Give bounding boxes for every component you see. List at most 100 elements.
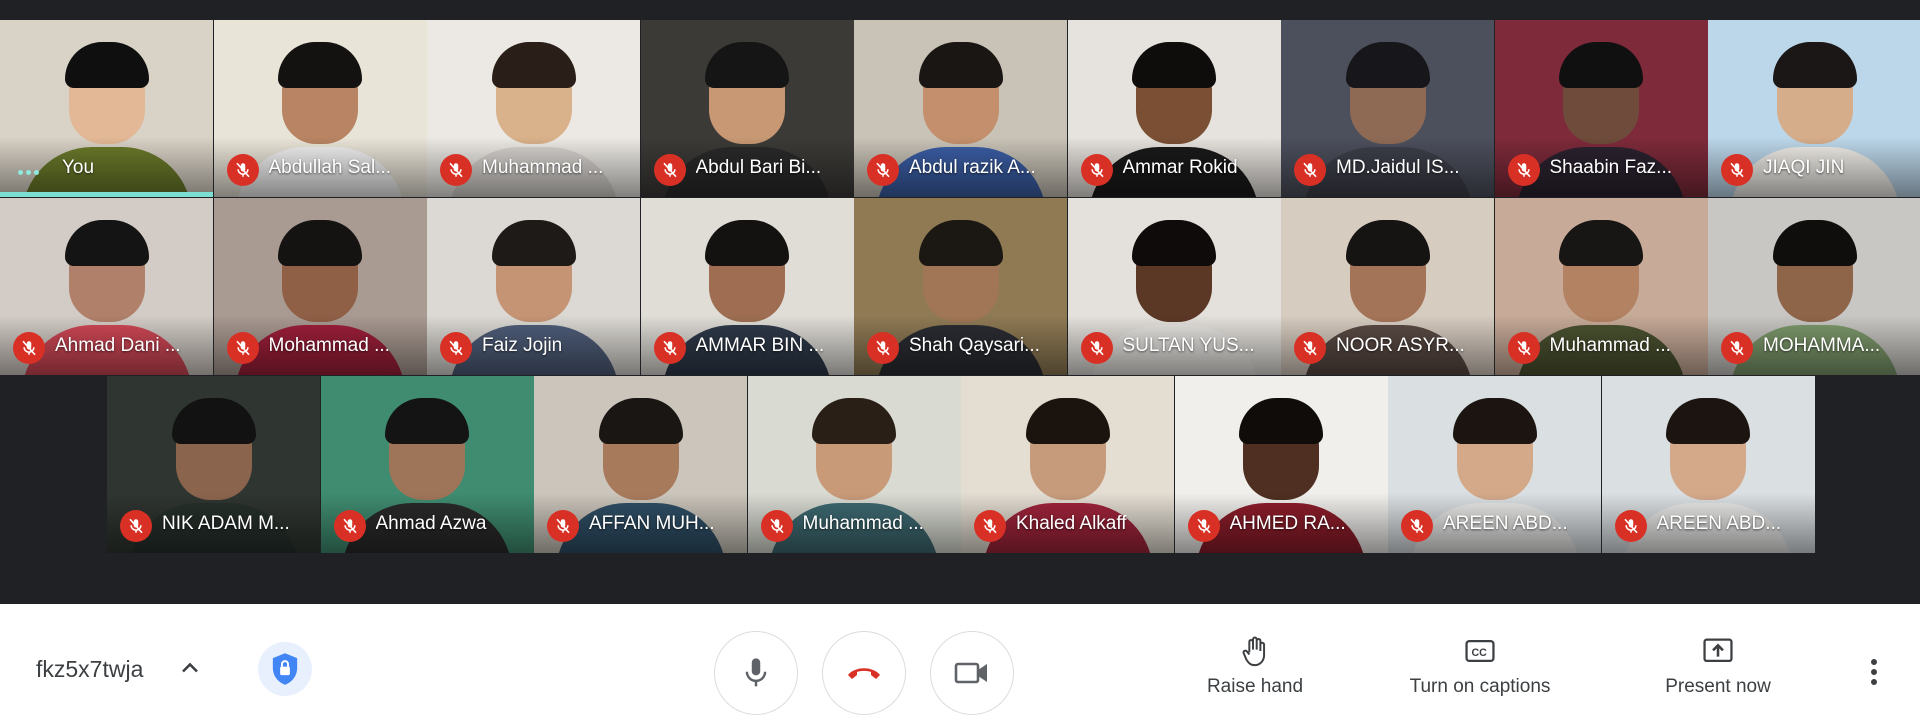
participant-tile[interactable]: JIAQI JIN	[1708, 20, 1920, 197]
participant-tile[interactable]: Abdullah Sal...	[213, 20, 427, 197]
participant-name: NOOR ASYR...	[1336, 335, 1465, 356]
participant-name: Ahmad Dani ...	[55, 335, 181, 356]
participant-name: AHMED RA...	[1229, 513, 1346, 534]
participant-tile[interactable]: You	[0, 20, 213, 197]
participant-name: Abdullah Sal...	[268, 157, 392, 178]
participant-name: Shah Qaysari...	[909, 335, 1040, 356]
muted-mic-icon	[1080, 154, 1113, 186]
muted-mic-icon	[653, 332, 686, 364]
muted-mic-icon	[867, 154, 899, 186]
bottom-toolbar: fkz5x7twja Raise hand CC Turn on caption…	[0, 604, 1920, 728]
participant-tile[interactable]: Ammar Rokid	[1067, 20, 1281, 197]
muted-mic-icon	[760, 510, 793, 542]
participant-tile[interactable]: AMMAR BIN ...	[640, 198, 854, 375]
raise-hand-button[interactable]: Raise hand	[1200, 634, 1310, 698]
participant-tile[interactable]: NIK ADAM M...	[107, 376, 320, 553]
video-camera-icon	[954, 662, 987, 684]
muted-mic-icon	[1721, 154, 1753, 186]
present-now-label: Present now	[1665, 676, 1771, 697]
participant-name: Faiz Jojin	[482, 335, 563, 356]
camera-button[interactable]	[930, 631, 1014, 715]
shield-lock-icon	[272, 653, 298, 685]
participant-row-1: You Abdullah Sal... Muhammad ... Abdul Bari…	[0, 20, 1920, 197]
speaking-indicator	[0, 192, 213, 197]
participant-name: Ahmad Azwa	[375, 513, 487, 534]
participant-tile[interactable]: Abdul razik A...	[854, 20, 1067, 197]
participant-tile[interactable]: MOHAMMA...	[1708, 198, 1920, 375]
hand-icon	[1242, 636, 1266, 667]
participant-tile[interactable]: Faiz Jojin	[427, 198, 640, 375]
participant-name: Abdul Bari Bi...	[695, 157, 822, 178]
participant-name: Ammar Rokid	[1122, 157, 1238, 178]
muted-mic-icon	[1614, 510, 1647, 542]
participant-tile[interactable]: Muhammad ...	[427, 20, 640, 197]
participant-tile[interactable]: AREEN ABD...	[1601, 376, 1815, 553]
muted-mic-icon	[13, 332, 45, 364]
participant-name: Abdul razik A...	[909, 157, 1036, 178]
more-vert-icon	[1871, 659, 1877, 685]
participant-name: Khaled Alkaff	[1016, 513, 1127, 534]
participant-tile[interactable]: Ahmad Dani ...	[0, 198, 213, 375]
chevron-up-icon[interactable]	[176, 654, 204, 682]
muted-mic-icon	[547, 510, 579, 542]
participant-tile[interactable]: NOOR ASYR...	[1281, 198, 1494, 375]
participant-tile[interactable]: AFFAN MUH...	[534, 376, 747, 553]
participant-tile[interactable]: MD.Jaidul IS...	[1281, 20, 1494, 197]
participant-name: AMMAR BIN ...	[695, 335, 825, 356]
audio-level-icon	[18, 170, 39, 175]
participant-name: AREEN ABD...	[1656, 513, 1782, 534]
participant-name: AFFAN MUH...	[589, 513, 715, 534]
muted-mic-icon	[867, 332, 899, 364]
muted-mic-icon	[974, 510, 1006, 542]
muted-mic-icon	[440, 154, 472, 186]
microphone-icon	[745, 658, 767, 687]
participant-tile[interactable]: Abdul Bari Bi...	[640, 20, 854, 197]
muted-mic-icon	[1507, 332, 1540, 364]
muted-mic-icon	[1507, 154, 1540, 186]
more-options-button[interactable]	[1856, 654, 1892, 690]
video-stage: You Abdullah Sal... Muhammad ... Abdul Bari…	[0, 0, 1920, 604]
present-now-button[interactable]: Present now	[1655, 634, 1781, 698]
muted-mic-icon	[1294, 332, 1326, 364]
muted-mic-icon	[120, 510, 152, 542]
meeting-code[interactable]: fkz5x7twja	[36, 656, 143, 683]
participant-name: Muhammad ...	[802, 513, 924, 534]
participant-tile[interactable]: Khaled Alkaff	[961, 376, 1174, 553]
muted-mic-icon	[333, 510, 366, 542]
participant-row-3: NIK ADAM M... Ahmad Azwa AFFAN MUH... Muham…	[107, 376, 1815, 553]
participant-row-2: Ahmad Dani ... Mohammad ... Faiz Jojin AMMA…	[0, 198, 1920, 375]
participant-tile[interactable]: SULTAN YUS...	[1067, 198, 1281, 375]
participant-name: Muhammad ...	[482, 157, 604, 178]
security-shield-button[interactable]	[258, 642, 312, 696]
participant-tile[interactable]: Shah Qaysari...	[854, 198, 1067, 375]
participant-name: JIAQI JIN	[1763, 157, 1845, 178]
participant-name: You	[62, 157, 95, 178]
raise-hand-label: Raise hand	[1206, 676, 1304, 697]
participant-name: AREEN ABD...	[1443, 513, 1568, 534]
present-screen-icon	[1703, 638, 1733, 663]
muted-mic-icon	[1294, 154, 1326, 186]
muted-mic-icon	[1080, 332, 1113, 364]
captions-button[interactable]: CC Turn on captions	[1398, 634, 1562, 698]
participant-name: Shaabin Faz...	[1549, 157, 1673, 178]
participant-name: MOHAMMA...	[1763, 335, 1881, 356]
muted-mic-icon	[226, 154, 259, 186]
svg-text:CC: CC	[1472, 647, 1488, 659]
participant-tile[interactable]: Muhammad ...	[1494, 198, 1708, 375]
leave-call-button[interactable]	[822, 631, 906, 715]
participant-tile[interactable]: Muhammad ...	[747, 376, 961, 553]
participant-name: Mohammad ...	[268, 335, 390, 356]
participant-tile[interactable]: Shaabin Faz...	[1494, 20, 1708, 197]
participant-name: MD.Jaidul IS...	[1336, 157, 1460, 178]
participant-name: NIK ADAM M...	[162, 513, 290, 534]
participant-tile[interactable]: Mohammad ...	[213, 198, 427, 375]
muted-mic-icon	[440, 332, 472, 364]
participant-tile[interactable]: AREEN ABD...	[1388, 376, 1601, 553]
participant-tile[interactable]: Ahmad Azwa	[320, 376, 534, 553]
participant-tile[interactable]: AHMED RA...	[1174, 376, 1388, 553]
muted-mic-icon	[1187, 510, 1220, 542]
muted-mic-icon	[653, 154, 686, 186]
muted-mic-icon	[1721, 332, 1753, 364]
microphone-button[interactable]	[714, 631, 798, 715]
muted-mic-icon	[1401, 510, 1433, 542]
